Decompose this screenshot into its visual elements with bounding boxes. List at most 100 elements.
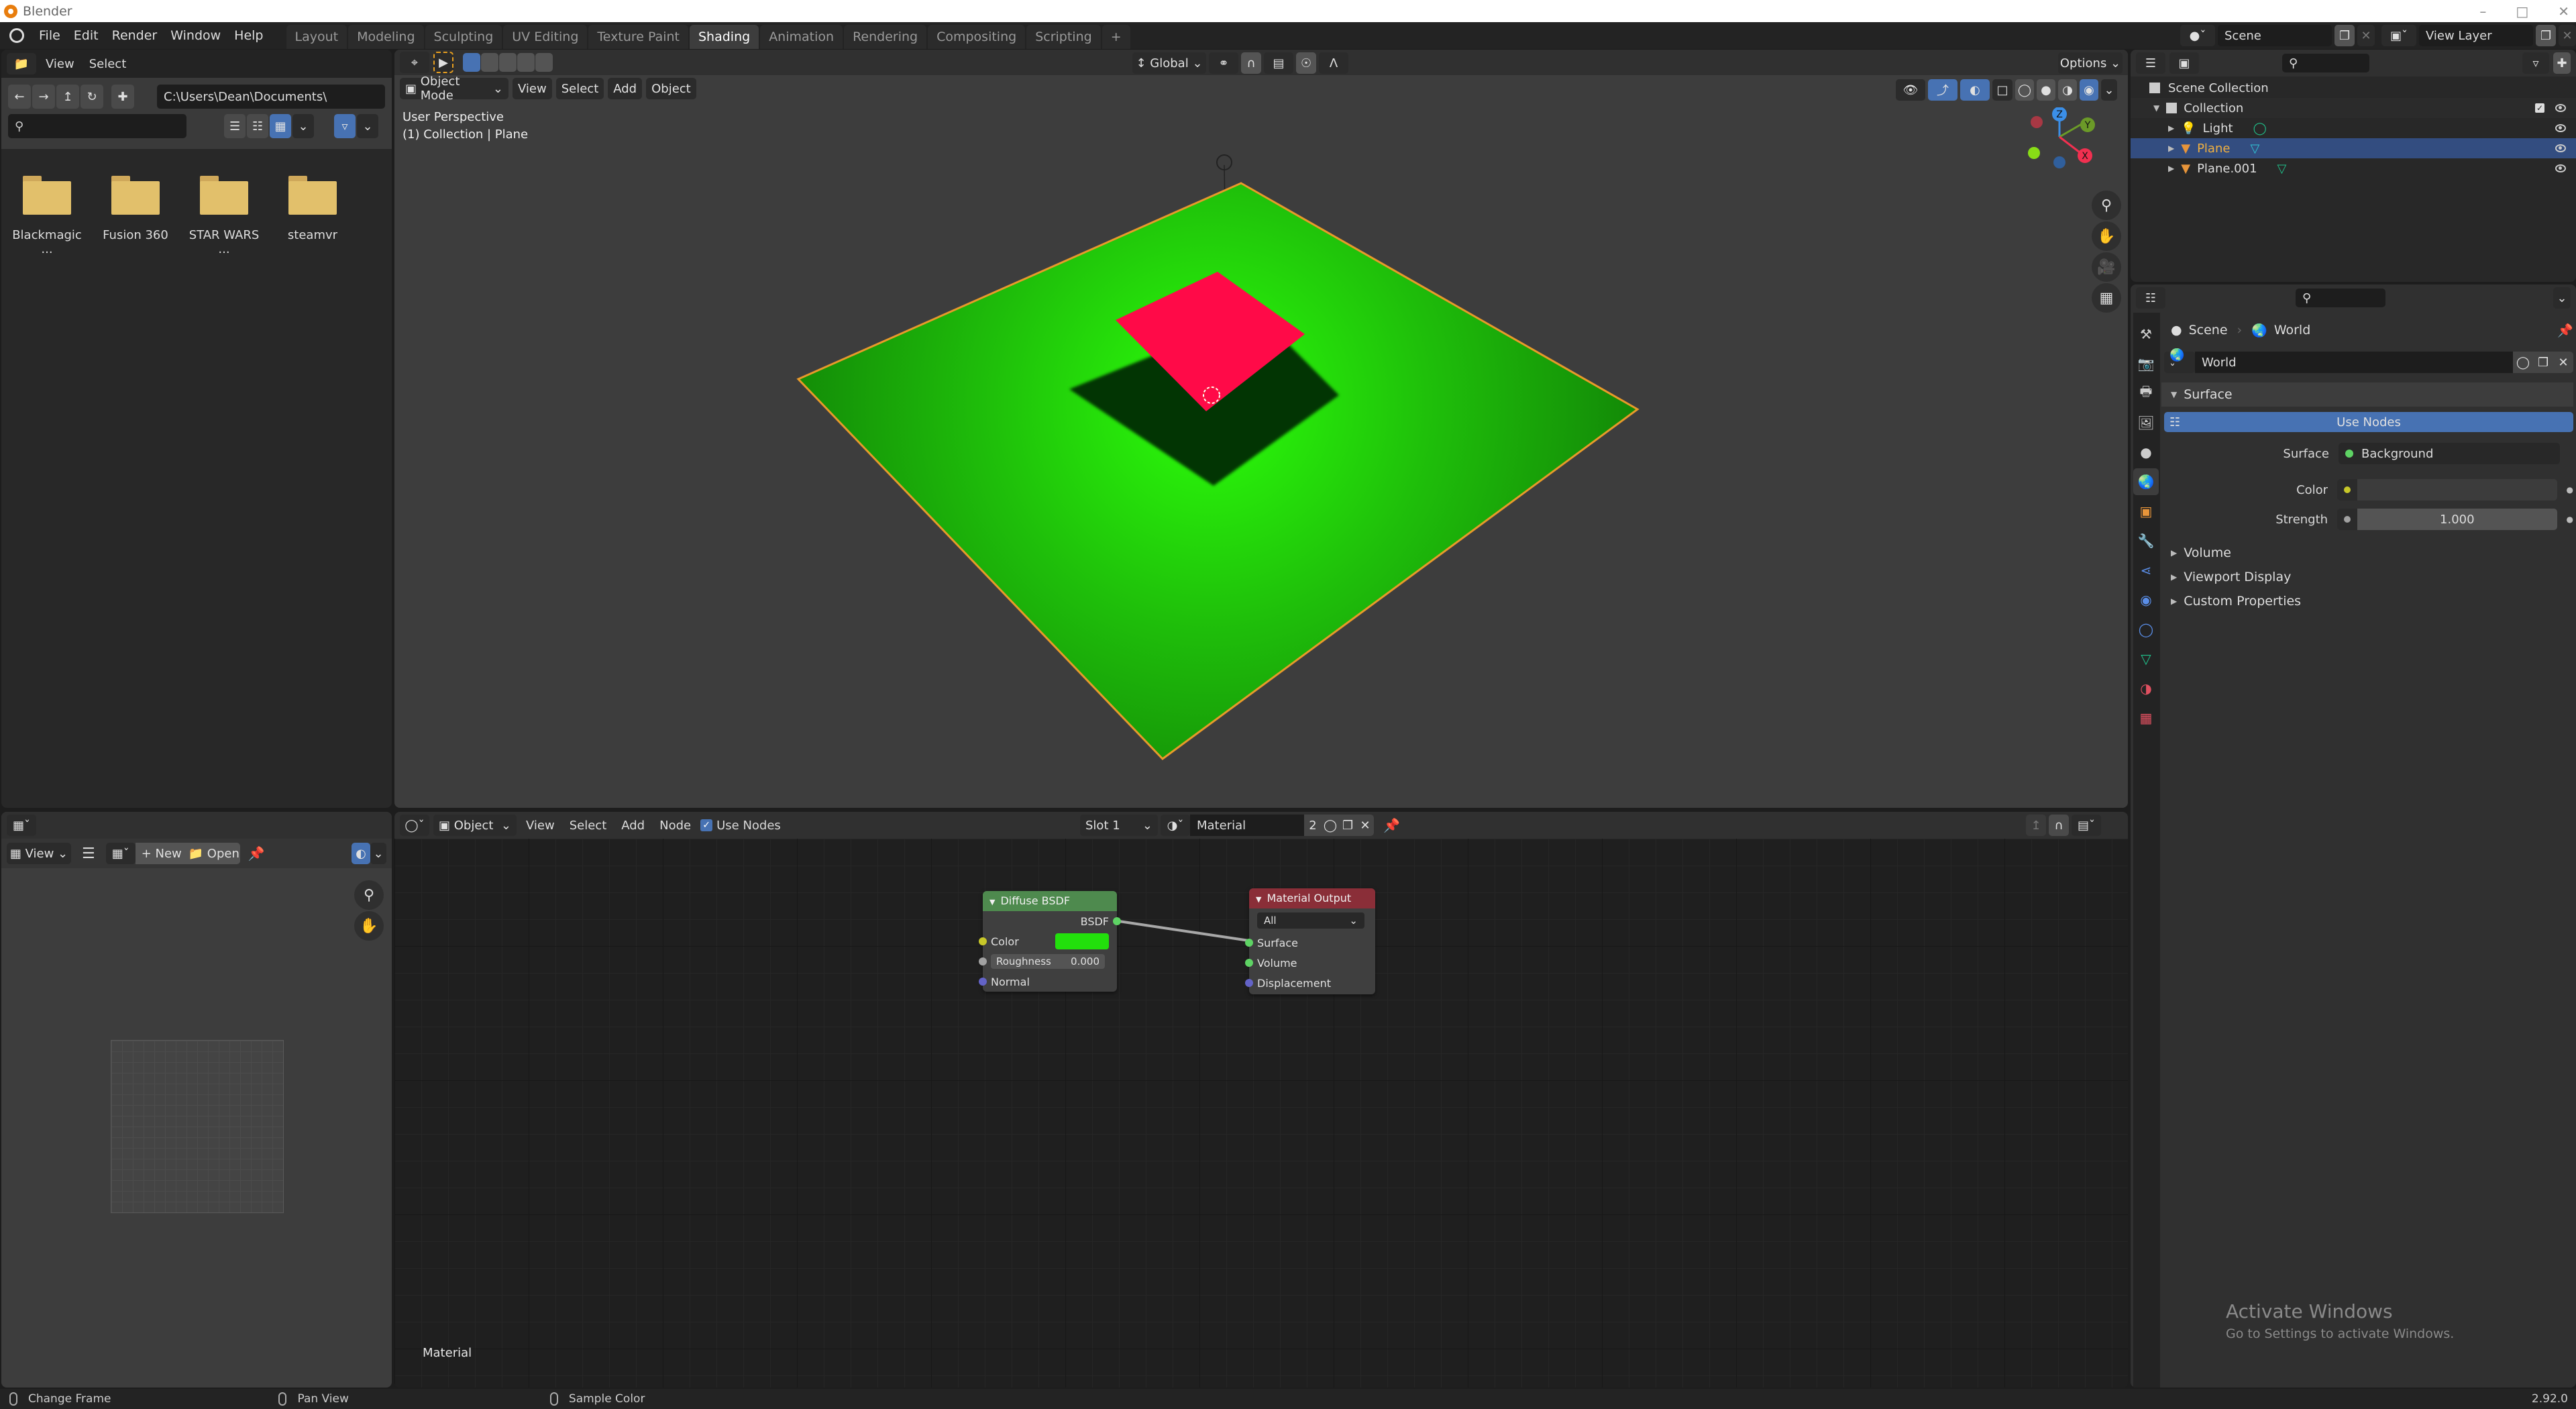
surface-panel-header[interactable]: ▼ Surface (2161, 382, 2573, 407)
particles-tab-icon[interactable]: ⋖ (2133, 557, 2159, 584)
filter-options-chevron-icon[interactable]: ⌄ (357, 114, 378, 138)
image-browse-icon[interactable]: ▦ˇ (105, 843, 136, 864)
world-tab-icon[interactable]: 🌏 (2133, 468, 2159, 495)
modifier-wrench-tab-icon[interactable]: 🔧 (2133, 527, 2159, 554)
horizontal-list-icon[interactable]: ☷ (247, 114, 268, 138)
volume-input-socket[interactable] (1245, 959, 1253, 967)
menu-edit[interactable]: Edit (67, 28, 105, 43)
blender-menu-icon[interactable] (9, 28, 24, 43)
image-view-dropdown[interactable]: ▦ View ⌄ (7, 843, 71, 864)
toggle-perspective-grid-icon[interactable]: ▦ (2092, 283, 2121, 313)
file-menu-view[interactable]: View (40, 57, 80, 71)
maximize-button[interactable]: □ (2516, 3, 2528, 19)
menu-help[interactable]: Help (227, 28, 270, 43)
editor-type-outliner-icon[interactable]: ☰ (2136, 52, 2165, 74)
view-layer-selector-icon[interactable]: ▣ˇ (2381, 25, 2416, 46)
menu-file[interactable]: File (32, 28, 67, 43)
material-tab-icon[interactable]: ◑ (2133, 675, 2159, 702)
scene-name-field[interactable]: Scene (2218, 25, 2332, 46)
neg-y-axis-dot[interactable] (2028, 147, 2040, 159)
use-nodes-button[interactable]: ☷ Use Nodes (2164, 412, 2573, 432)
delete-view-layer-button[interactable]: ✕ (2559, 25, 2576, 46)
scene-selector-icon[interactable]: ●ˇ (2180, 25, 2215, 46)
fake-user-shield-icon[interactable]: ◯ (2513, 352, 2533, 373)
new-scene-button[interactable]: ❐ (2334, 25, 2355, 46)
keyframe-dot-icon[interactable]: ● (2567, 485, 2573, 494)
minimize-button[interactable]: – (2479, 3, 2486, 19)
outliner-item[interactable]: ▶ 💡 Light ◯ (2131, 118, 2576, 138)
neg-z-axis-dot[interactable] (2053, 156, 2065, 168)
outliner-search-input[interactable]: ⚲ (2282, 54, 2369, 72)
new-image-button[interactable]: + New (135, 843, 188, 864)
surface-shader-selector[interactable]: Background (2339, 443, 2560, 464)
world-browse-icon[interactable]: 🌏ˇ (2164, 348, 2195, 376)
keyframe-dot-icon[interactable]: ● (2567, 515, 2573, 524)
visibility-eye-icon[interactable] (2555, 164, 2566, 172)
add-workspace-button[interactable]: + (1102, 25, 1130, 49)
render-tab-icon[interactable]: 📷 (2133, 350, 2159, 377)
roughness-slider[interactable]: Roughness 0.000 (991, 954, 1105, 969)
vertical-list-icon[interactable]: ☰ (224, 114, 246, 138)
filter-icon[interactable]: ▿ (334, 114, 356, 138)
image-overlays-chevron-icon[interactable]: ⌄ (370, 843, 386, 864)
object-tab-icon[interactable]: ▣ (2133, 498, 2159, 525)
display-mode-icon[interactable]: ▣ (2169, 52, 2199, 74)
strength-socket-button[interactable] (2337, 509, 2358, 530)
delete-scene-button[interactable]: ✕ (2357, 25, 2375, 46)
output-target-dropdown[interactable]: All ⌄ (1257, 912, 1364, 929)
editor-type-file-icon[interactable]: 📁 (7, 53, 36, 74)
zoom-view-icon[interactable]: ⚲ (354, 880, 384, 910)
display-options-chevron-icon[interactable]: ⌄ (292, 114, 314, 138)
tab-shading[interactable]: Shading (690, 25, 759, 49)
custom-properties-panel-header[interactable]: ▶ Custom Properties (2161, 589, 2573, 613)
menu-window[interactable]: Window (164, 28, 227, 43)
thumbnail-view-icon[interactable]: ▦ (270, 114, 291, 138)
tab-compositing[interactable]: Compositing (928, 25, 1026, 49)
parent-directory-icon[interactable]: ↥ (56, 85, 79, 109)
tab-texture-paint[interactable]: Texture Paint (588, 25, 688, 49)
world-color-swatch[interactable] (2357, 479, 2557, 501)
tab-sculpting[interactable]: Sculpting (425, 25, 502, 49)
surface-input-socket[interactable] (1245, 939, 1253, 947)
bsdf-output-socket[interactable] (1113, 917, 1121, 925)
pin-icon[interactable]: 📌 (248, 845, 265, 862)
tool-tab-icon[interactable]: ⚒ (2133, 321, 2159, 348)
output-tab-icon[interactable]: 🖶 (2133, 380, 2159, 407)
new-folder-icon[interactable]: ✚ (111, 85, 134, 109)
texture-tab-icon[interactable]: ▦ (2133, 704, 2159, 731)
unlink-world-icon[interactable]: ✕ (2553, 352, 2573, 373)
shader-node-editor[interactable]: ◯ˇ ▣ Object ⌄ View Select Add Node ✓ Use… (394, 812, 2128, 1388)
directory-path-input[interactable]: C:\Users\Dean\Documents\ (157, 85, 385, 109)
open-image-button[interactable]: 📁 Open (187, 843, 240, 864)
normal-input-socket[interactable] (979, 978, 987, 986)
scene-tab-icon[interactable]: ● (2133, 439, 2159, 466)
new-view-layer-button[interactable]: ❐ (2536, 25, 2556, 46)
outliner-item-selected[interactable]: ▶ ▼ Plane ▽ (2131, 138, 2576, 158)
strength-slider[interactable]: 1.000 (2357, 509, 2557, 530)
forward-arrow-icon[interactable]: → (32, 85, 55, 109)
constraints-tab-icon[interactable]: ◯ (2133, 616, 2159, 643)
diffuse-bsdf-node[interactable]: ▼ Diffuse BSDF BSDF Color Roughness 0.000 … (979, 891, 1121, 992)
hamburger-menu-icon[interactable]: ☰ (82, 845, 95, 862)
image-canvas[interactable] (111, 1040, 284, 1213)
view-layer-tab-icon[interactable]: 🖼 (2133, 409, 2159, 436)
3d-viewport[interactable]: ⌖ ▶ ↕ Global ⌄ ⚭ ∩ ▤ ☉ Λ Options ⌄ ▣ Obj… (394, 50, 2128, 808)
tab-uv-editing[interactable]: UV Editing (503, 25, 588, 49)
color-input-socket[interactable] (979, 937, 987, 945)
pan-view-hand-icon[interactable]: ✋ (354, 911, 384, 941)
new-collection-icon[interactable]: ✚ (2553, 52, 2571, 74)
tab-layout[interactable]: Layout (286, 25, 347, 49)
tab-rendering[interactable]: Rendering (844, 25, 927, 49)
refresh-icon[interactable]: ↻ (80, 85, 103, 109)
menu-render[interactable]: Render (105, 28, 164, 43)
tab-modeling[interactable]: Modeling (348, 25, 424, 49)
outliner-collection[interactable]: ▼ Collection ✓ (2131, 98, 2576, 118)
properties-search-input[interactable]: ⚲ (2296, 289, 2385, 307)
collapse-triangle-icon[interactable]: ▼ (2153, 103, 2159, 113)
duplicate-world-icon[interactable]: ❐ (2533, 352, 2553, 373)
visibility-eye-icon[interactable] (2555, 124, 2566, 132)
file-menu-select[interactable]: Select (84, 57, 132, 71)
bsdf-to-surface-link[interactable] (1118, 920, 1250, 942)
displacement-input-socket[interactable] (1245, 979, 1253, 987)
outliner-item[interactable]: ▶ ▼ Plane.001 ▽ (2131, 158, 2576, 178)
